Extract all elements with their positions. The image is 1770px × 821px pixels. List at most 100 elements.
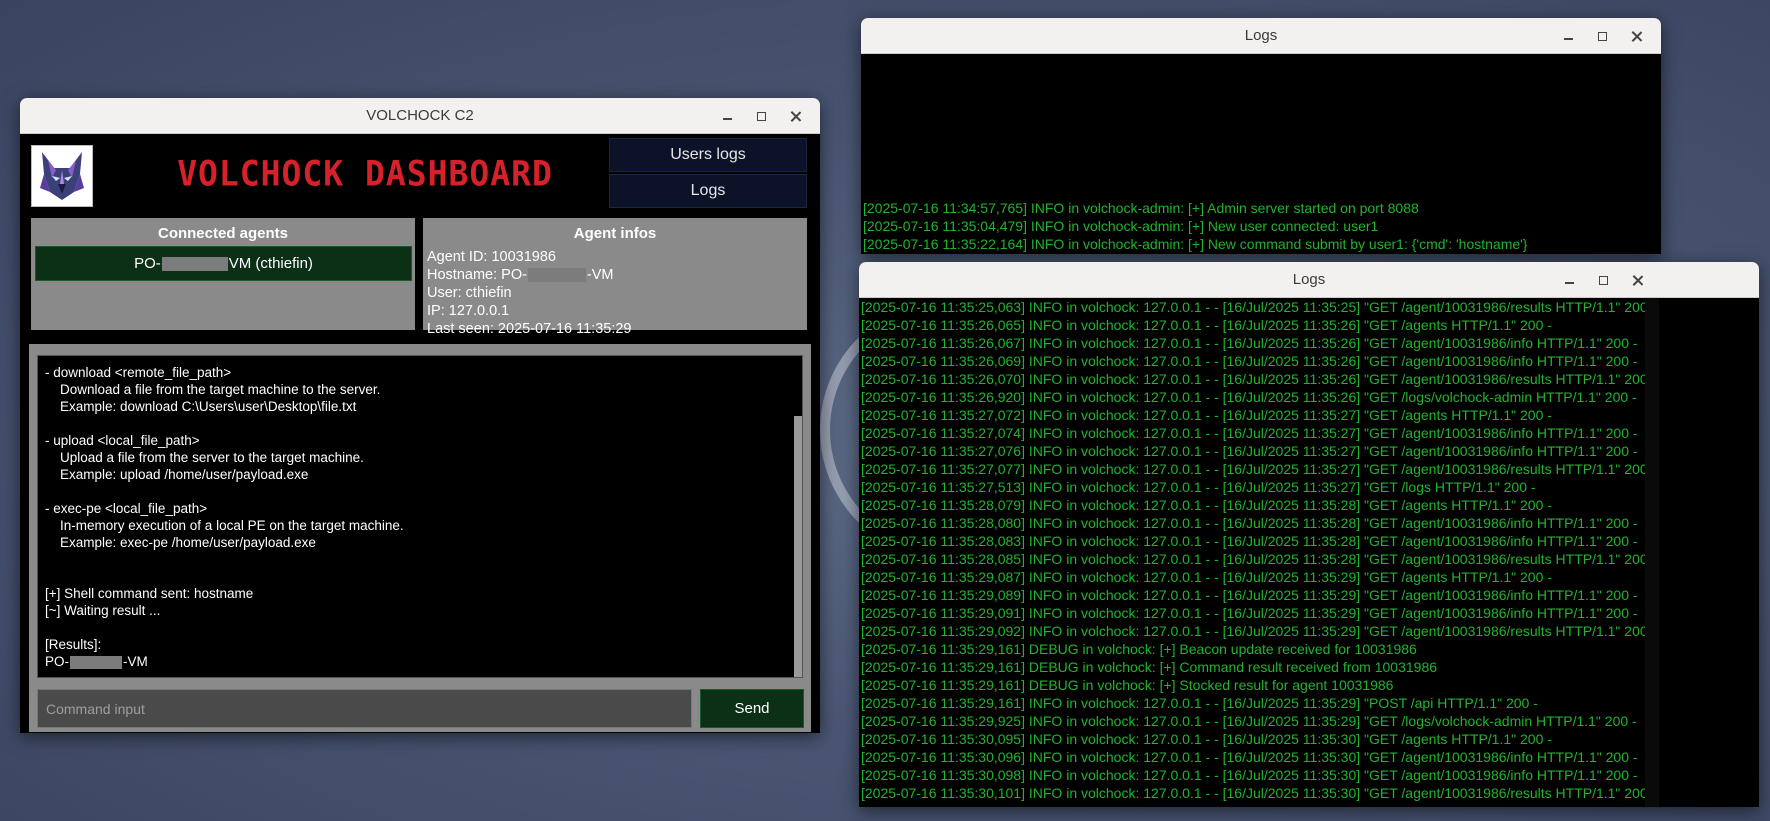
agent-name-suffix: VM (cthiefin) bbox=[228, 255, 313, 272]
redacted-block bbox=[527, 268, 586, 283]
console-line: - download <remote_file_path> bbox=[45, 365, 232, 380]
log-line: [2025-07-16 11:35:27,074] INFO in volcho… bbox=[861, 425, 1638, 441]
close-icon bbox=[1631, 31, 1642, 42]
dashboard-content: VOLCHOCK DASHBOARD Users logs Logs Conne… bbox=[20, 134, 820, 733]
hostname-suffix: -VM bbox=[586, 267, 614, 283]
logs-window-2-titlebar[interactable]: Logs bbox=[859, 262, 1759, 298]
console-line: [~] Waiting result ... bbox=[45, 603, 161, 618]
log-line: [2025-07-16 11:35:29,161] INFO in volcho… bbox=[861, 695, 1538, 711]
log-line: [2025-07-16 11:35:26,069] INFO in volcho… bbox=[861, 353, 1638, 369]
log-line: [2025-07-16 11:35:28,083] INFO in volcho… bbox=[861, 533, 1638, 549]
log-line: [2025-07-16 11:35:27,513] INFO in volcho… bbox=[861, 479, 1536, 495]
log-line: [2025-07-16 11:35:04,479] INFO in volcho… bbox=[863, 218, 1379, 234]
log-line: [2025-07-16 11:35:26,067] INFO in volcho… bbox=[861, 335, 1638, 351]
agent-id: Agent ID: 10031986 bbox=[427, 249, 556, 265]
agent-hostname: Hostname: PO- -VM bbox=[427, 266, 632, 284]
log-line: [2025-07-16 11:35:29,161] DEBUG in volch… bbox=[861, 641, 1417, 657]
log-line: [2025-07-16 11:35:26,065] INFO in volcho… bbox=[861, 317, 1552, 333]
window-title: Logs bbox=[1292, 271, 1326, 288]
users-logs-button[interactable]: Users logs bbox=[609, 138, 807, 172]
redacted-block bbox=[161, 256, 228, 271]
close-icon bbox=[790, 111, 801, 122]
agent-name-prefix: PO- bbox=[134, 255, 161, 272]
minimize-button[interactable] bbox=[1551, 18, 1585, 54]
log-line: [2025-07-16 11:35:29,089] INFO in volcho… bbox=[861, 587, 1638, 603]
console-output-frame: - download <remote_file_path> Download a… bbox=[33, 351, 807, 682]
console-scrollbar[interactable] bbox=[794, 416, 802, 677]
console-line: Example: exec-pe /home/user/payload.exe bbox=[45, 535, 316, 550]
panel-title: Connected agents bbox=[157, 225, 289, 242]
log-scrollbar[interactable] bbox=[1645, 298, 1659, 807]
logs-window-server: Logs [2025-07-16 11:35:25,063] INFO in v… bbox=[859, 262, 1759, 807]
logs-window-admin: Logs [2025-07-16 11:34:57,765] INFO in v… bbox=[861, 18, 1661, 254]
minimize-button[interactable] bbox=[710, 98, 744, 134]
agent-infos-panel: Agent infos Agent ID: 10031986 Hostname:… bbox=[423, 218, 807, 337]
hostname-prefix: Hostname: PO- bbox=[427, 267, 527, 283]
log-line: [2025-07-16 11:35:26,070] INFO in volcho… bbox=[861, 371, 1657, 387]
minimize-icon bbox=[1564, 282, 1574, 284]
result-suffix: -VM bbox=[123, 654, 148, 669]
agent-last-seen: Last seen: 2025-07-16 11:35:29 bbox=[427, 321, 632, 337]
console-line: - upload <local_file_path> bbox=[45, 433, 200, 448]
minimize-button[interactable] bbox=[1552, 262, 1586, 298]
command-input[interactable] bbox=[37, 689, 692, 728]
app-title: VOLCHOCK DASHBOARD bbox=[177, 153, 553, 194]
result-prefix: PO- bbox=[45, 654, 70, 669]
log-line: [2025-07-16 11:35:28,085] INFO in volcho… bbox=[861, 551, 1657, 567]
log-line: [2025-07-16 11:35:28,079] INFO in volcho… bbox=[861, 497, 1552, 513]
log-line: [2025-07-16 11:35:30,101] INFO in volcho… bbox=[861, 785, 1657, 801]
log-output[interactable]: [2025-07-16 11:35:25,063] INFO in volcho… bbox=[859, 298, 1759, 807]
log-line: [2025-07-16 11:35:29,092] INFO in volcho… bbox=[861, 623, 1657, 639]
log-line: [2025-07-16 11:35:30,098] INFO in volcho… bbox=[861, 767, 1638, 783]
close-button[interactable] bbox=[1620, 262, 1654, 298]
log-line: [2025-07-16 11:35:29,087] INFO in volcho… bbox=[861, 569, 1552, 585]
log-output[interactable]: [2025-07-16 11:34:57,765] INFO in volcho… bbox=[861, 54, 1661, 254]
maximize-button[interactable] bbox=[1586, 262, 1620, 298]
maximize-button[interactable] bbox=[744, 98, 778, 134]
agent-list-item[interactable]: PO- VM (cthiefin) bbox=[35, 246, 412, 281]
log-line: [2025-07-16 11:35:29,091] INFO in volcho… bbox=[861, 605, 1638, 621]
console-line: - exec-pe <local_file_path> bbox=[45, 501, 208, 516]
window-title: VOLCHOCK C2 bbox=[366, 107, 474, 124]
maximize-button[interactable] bbox=[1585, 18, 1619, 54]
log-line: [2025-07-16 11:35:26,920] INFO in volcho… bbox=[861, 389, 1637, 405]
log-line: [2025-07-16 11:35:29,161] DEBUG in volch… bbox=[861, 677, 1394, 693]
send-button[interactable]: Send bbox=[700, 689, 804, 728]
maximize-icon bbox=[756, 111, 766, 121]
agent-ip: IP: 127.0.0.1 bbox=[427, 303, 510, 319]
console-line: Download a file from the target machine … bbox=[45, 382, 381, 397]
console-line: [Results]: bbox=[45, 637, 102, 652]
log-line: [2025-07-16 11:35:27,076] INFO in volcho… bbox=[861, 443, 1638, 459]
console-line: Example: download C:\Users\user\Desktop\… bbox=[45, 399, 357, 414]
dashboard-titlebar[interactable]: VOLCHOCK C2 bbox=[20, 98, 820, 134]
log-line: [2025-07-16 11:35:22,164] INFO in volcho… bbox=[863, 236, 1528, 252]
panel-title: Agent infos bbox=[573, 225, 657, 242]
logs-button[interactable]: Logs bbox=[609, 174, 807, 208]
close-button[interactable] bbox=[778, 98, 812, 134]
log-line: [2025-07-16 11:35:29,925] INFO in volcho… bbox=[861, 713, 1637, 729]
window-title: Logs bbox=[1244, 27, 1278, 44]
redacted-block bbox=[70, 655, 123, 669]
log-line: [2025-07-16 11:35:28,080] INFO in volcho… bbox=[861, 515, 1638, 531]
console-line: Example: upload /home/user/payload.exe bbox=[45, 467, 309, 482]
dashboard-window: VOLCHOCK C2 VOLCHOCK DASHBOARD Users log… bbox=[20, 98, 820, 733]
log-line: [2025-07-16 11:35:29,161] DEBUG in volch… bbox=[861, 659, 1438, 675]
console-result-line: PO- -VM bbox=[45, 653, 795, 670]
agent-user: User: cthiefin bbox=[427, 285, 512, 301]
console-output[interactable]: - download <remote_file_path> Download a… bbox=[37, 355, 803, 678]
log-line: [2025-07-16 11:35:27,077] INFO in volcho… bbox=[861, 461, 1657, 477]
minimize-icon bbox=[1563, 38, 1573, 40]
log-line: [2025-07-16 11:35:25,063] INFO in volcho… bbox=[861, 299, 1657, 315]
log-line: [2025-07-16 11:34:57,765] INFO in volcho… bbox=[863, 200, 1419, 216]
connected-agents-panel: Connected agents PO- VM (cthiefin) bbox=[31, 218, 415, 330]
logs-window-1-titlebar[interactable]: Logs bbox=[861, 18, 1661, 54]
log-line: [2025-07-16 11:35:27,072] INFO in volcho… bbox=[861, 407, 1552, 423]
log-line: [2025-07-16 11:35:30,095] INFO in volcho… bbox=[861, 731, 1552, 747]
minimize-icon bbox=[722, 118, 732, 120]
log-line: [2025-07-16 11:35:30,096] INFO in volcho… bbox=[861, 749, 1638, 765]
close-button[interactable] bbox=[1619, 18, 1653, 54]
